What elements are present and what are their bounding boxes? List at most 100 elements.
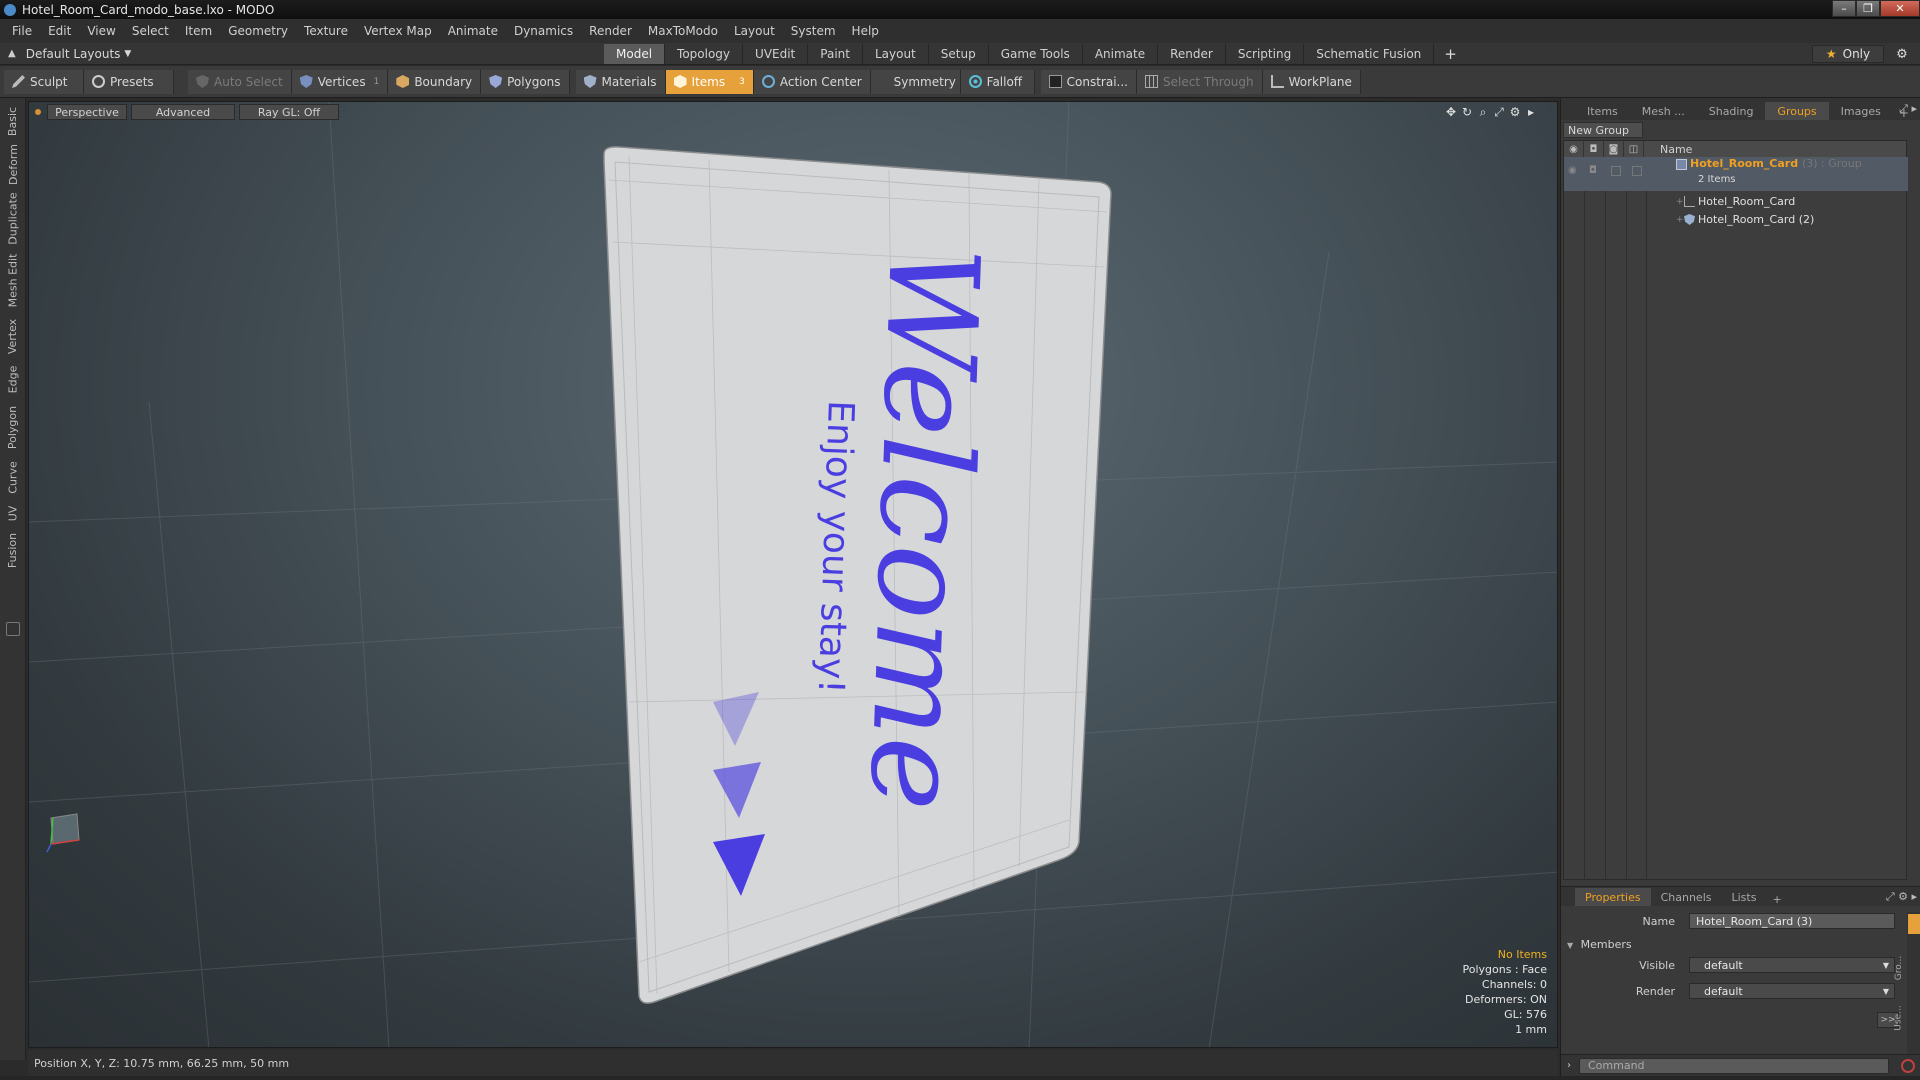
tab-shading[interactable]: Shading: [1697, 102, 1766, 120]
left-tab-polygon[interactable]: Polygon: [4, 402, 22, 452]
menu-render[interactable]: Render: [581, 24, 640, 38]
left-tab-vertex[interactable]: Vertex: [4, 316, 22, 356]
auto-select-button[interactable]: Auto Select: [188, 69, 292, 94]
tab-topology[interactable]: Topology: [665, 44, 744, 64]
tab-lists[interactable]: Lists: [1722, 888, 1767, 906]
default-layouts-dropdown[interactable]: Default Layouts ▼: [26, 47, 132, 61]
collapse-triangle-icon[interactable]: ▼: [1567, 941, 1573, 950]
new-group-button[interactable]: New Group: [1563, 122, 1643, 138]
lock-column-icon[interactable]: ◘: [1584, 141, 1604, 157]
add-tab-button[interactable]: +: [1434, 45, 1467, 63]
menu-maxtomodo[interactable]: MaxToModo: [640, 24, 726, 38]
left-tab-mesh-edit[interactable]: Mesh Edit: [4, 252, 22, 308]
list-item[interactable]: + Hotel_Room_Card: [1564, 193, 1908, 210]
raygl-button[interactable]: Ray GL: Off: [239, 104, 339, 120]
boundary-button[interactable]: Boundary: [388, 69, 482, 94]
command-history-icon[interactable]: [1901, 1058, 1915, 1073]
tab-game-tools[interactable]: Game Tools: [989, 44, 1083, 64]
left-tab-uv[interactable]: UV: [4, 502, 22, 524]
tab-groups[interactable]: Groups: [1765, 102, 1829, 120]
menu-help[interactable]: Help: [844, 24, 887, 38]
close-button[interactable]: ✕: [1880, 0, 1920, 17]
lock-icon[interactable]: ◘: [1589, 165, 1597, 176]
tab-animate[interactable]: Animate: [1083, 44, 1159, 64]
menu-system[interactable]: System: [783, 24, 844, 38]
form-toggle-button[interactable]: [1908, 914, 1920, 934]
tab-schematic-fusion[interactable]: Schematic Fusion: [1304, 44, 1435, 64]
tab-mesh[interactable]: Mesh ...: [1630, 102, 1697, 120]
left-panel-toggle[interactable]: [6, 622, 20, 636]
menu-dynamics[interactable]: Dynamics: [506, 24, 581, 38]
action-center-button[interactable]: Action Center: [753, 69, 871, 94]
tab-properties[interactable]: Properties: [1575, 888, 1651, 906]
viewport-expand-icon[interactable]: ▸: [1523, 104, 1539, 120]
select-column-icon[interactable]: ◫: [1624, 141, 1644, 157]
tab-render[interactable]: Render: [1158, 44, 1226, 64]
menu-animate[interactable]: Animate: [440, 24, 506, 38]
menu-edit[interactable]: Edit: [40, 24, 79, 38]
maximize-button[interactable]: ❐: [1856, 0, 1880, 17]
select-toggle[interactable]: [1632, 166, 1642, 176]
left-tab-fusion[interactable]: Fusion: [4, 530, 22, 570]
only-button[interactable]: ★ Only: [1812, 45, 1884, 63]
minimize-button[interactable]: –: [1832, 0, 1856, 17]
properties-expand-icon[interactable]: ⤢ ⚙ ▸: [1886, 890, 1917, 904]
tab-layout[interactable]: Layout: [863, 44, 929, 64]
menu-select[interactable]: Select: [124, 24, 177, 38]
tab-scripting[interactable]: Scripting: [1226, 44, 1305, 64]
3d-viewport[interactable]: Perspective Advanced Ray GL: Off ✥ ↻ ⌕ ⤢…: [28, 101, 1558, 1048]
view-mode-button[interactable]: Perspective: [47, 104, 127, 120]
move-view-icon[interactable]: ✥: [1443, 104, 1459, 120]
tab-images[interactable]: Images: [1829, 102, 1893, 120]
left-tab-deform[interactable]: Deform: [4, 144, 22, 185]
menu-file[interactable]: File: [4, 24, 40, 38]
menu-layout[interactable]: Layout: [726, 24, 783, 38]
sculpt-button[interactable]: Sculpt: [4, 69, 84, 94]
zoom-view-icon[interactable]: ⌕: [1475, 104, 1491, 120]
tab-model[interactable]: Model: [604, 44, 666, 64]
render-toggle[interactable]: [1611, 166, 1621, 176]
select-through-button[interactable]: Select Through: [1137, 69, 1263, 94]
viewport-settings-icon[interactable]: ⚙: [1507, 104, 1523, 120]
menu-geometry[interactable]: Geometry: [220, 24, 296, 38]
collapse-icon[interactable]: ▲: [8, 48, 16, 59]
items-button[interactable]: Items 3: [665, 69, 754, 94]
render-dropdown[interactable]: default ▼: [1689, 983, 1895, 999]
tab-setup[interactable]: Setup: [929, 44, 989, 64]
add-properties-tab-button[interactable]: +: [1766, 893, 1787, 906]
command-input[interactable]: Command: [1579, 1057, 1889, 1074]
vertices-button[interactable]: Vertices 1: [291, 69, 389, 94]
menu-item[interactable]: Item: [177, 24, 220, 38]
left-tab-edge[interactable]: Edge: [4, 362, 22, 396]
materials-button[interactable]: Materials: [575, 69, 666, 94]
fit-view-icon[interactable]: ⤢: [1491, 104, 1507, 120]
presets-button[interactable]: Presets: [84, 69, 174, 94]
side-tab-groups[interactable]: Gro...: [1894, 948, 1920, 988]
left-tab-curve[interactable]: Curve: [4, 458, 22, 496]
tab-paint[interactable]: Paint: [808, 44, 863, 64]
symmetry-button[interactable]: Symmetry: [870, 69, 961, 94]
falloff-button[interactable]: Falloff: [960, 69, 1035, 94]
left-tab-basic[interactable]: Basic: [4, 104, 22, 138]
tab-channels[interactable]: Channels: [1651, 888, 1722, 906]
group-row[interactable]: ◉ ◘ Hotel_Room_Card (3) : Group 2 Items: [1564, 157, 1908, 191]
members-section[interactable]: ▼ Members: [1567, 938, 1632, 951]
menu-view[interactable]: View: [79, 24, 123, 38]
visibility-column-icon[interactable]: ◉: [1564, 141, 1584, 157]
eye-icon[interactable]: ◉: [1568, 165, 1577, 176]
render-column-icon[interactable]: ◙: [1604, 141, 1624, 157]
list-item[interactable]: + Hotel_Room_Card (2): [1564, 211, 1908, 228]
gear-icon[interactable]: ⚙: [1892, 45, 1912, 63]
tab-items[interactable]: Items: [1575, 102, 1630, 120]
visible-dropdown[interactable]: default ▼: [1689, 957, 1895, 973]
groups-list[interactable]: ◉ ◘ ◙ ◫ Name ◉ ◘ Hotel_Room_Card (3) : G…: [1563, 140, 1908, 881]
tab-uvedit[interactable]: UVEdit: [743, 44, 809, 64]
menu-vertex-map[interactable]: Vertex Map: [356, 24, 440, 38]
menu-texture[interactable]: Texture: [296, 24, 356, 38]
polygons-button[interactable]: Polygons: [481, 69, 570, 94]
workplane-button[interactable]: WorkPlane: [1262, 69, 1361, 94]
rotate-view-icon[interactable]: ↻: [1459, 104, 1475, 120]
viewport-dot-icon[interactable]: [35, 109, 41, 115]
constraints-button[interactable]: Constrai...: [1040, 69, 1137, 94]
left-tab-duplicate[interactable]: Duplicate: [4, 192, 22, 244]
